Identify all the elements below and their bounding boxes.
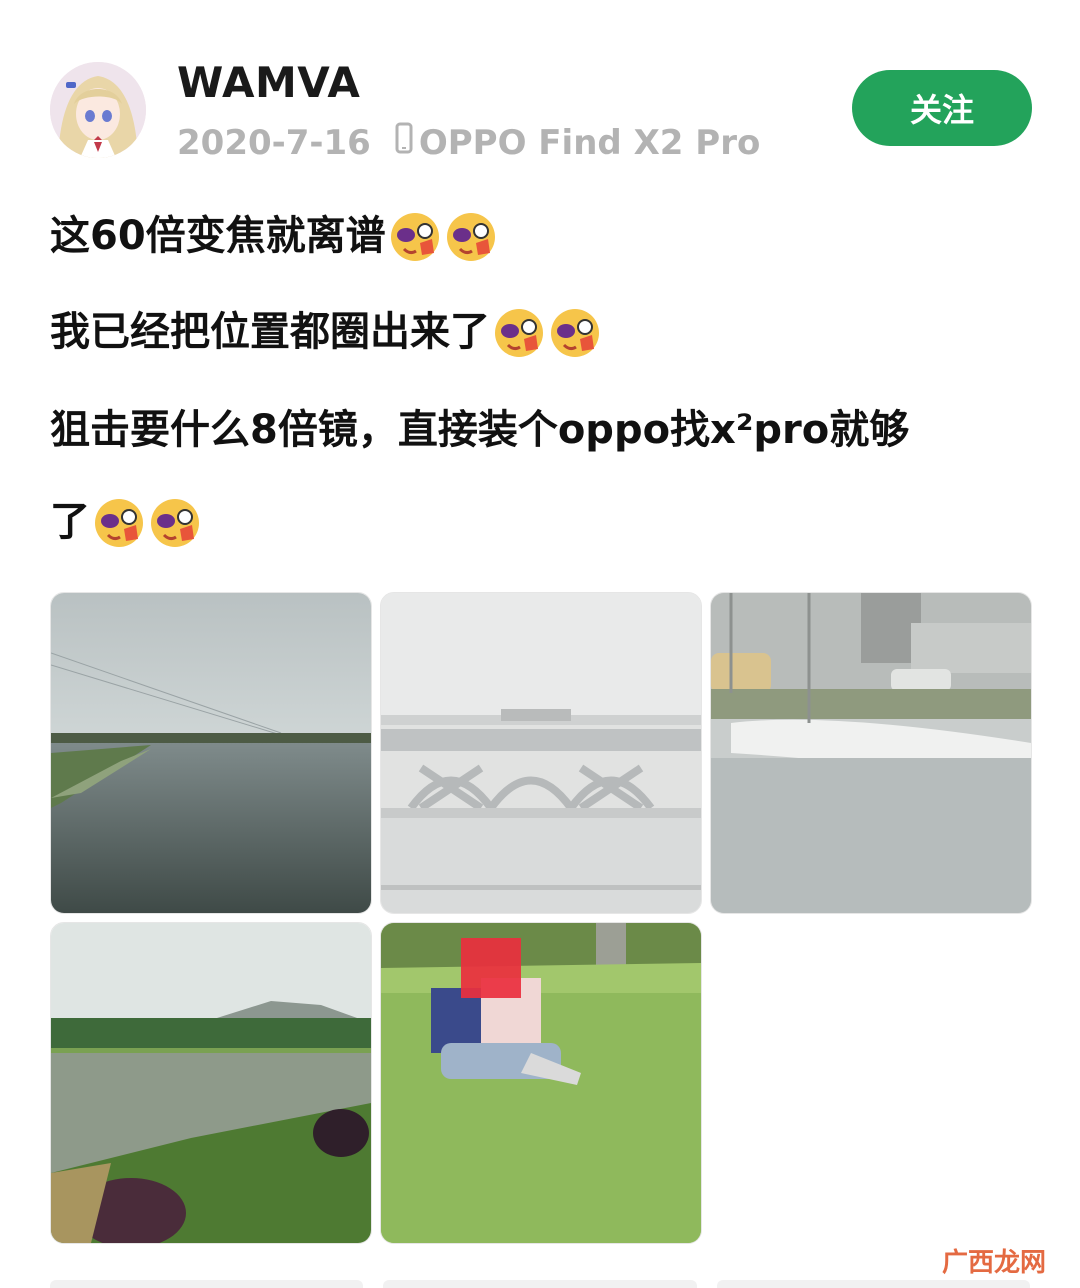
laughing-face-emoji-icon — [551, 309, 599, 357]
follow-button[interactable]: 关注 — [852, 70, 1032, 146]
laughing-face-emoji-icon — [390, 213, 439, 261]
pond-landscape-image — [51, 923, 371, 1243]
post-text-line: 这60倍变焦就离谱 — [50, 213, 386, 259]
next-post-tab — [383, 1280, 697, 1288]
post-text-line: 狙击要什么8倍镜，直接装个oppo找x²pro就够 — [50, 407, 910, 453]
laughing-face-emoji-icon — [495, 309, 543, 357]
couple-on-grass-image — [381, 923, 701, 1243]
photo-thumbnail-couple[interactable] — [380, 922, 702, 1244]
post-text-line: 了 — [50, 499, 90, 545]
laughing-face-emoji-icon — [151, 499, 199, 547]
river-landscape-image — [51, 593, 371, 913]
next-post-preview-strip — [50, 1280, 1030, 1288]
photo-thumbnail-pond[interactable] — [50, 922, 372, 1244]
post-line-2: 我已经把位置都圈出来了 — [50, 304, 1050, 360]
riverside-zoom-image — [711, 593, 1031, 913]
photo-thumbnail-riverside[interactable] — [710, 592, 1032, 914]
phone-icon — [395, 122, 413, 163]
username[interactable]: WAMVA — [177, 58, 360, 107]
next-post-tab — [716, 1280, 1030, 1288]
post-text-line: 我已经把位置都圈出来了 — [50, 309, 490, 355]
post-line-4: 了 — [50, 494, 1050, 550]
anime-avatar-image — [50, 62, 146, 158]
post-date: 2020-7-16 — [177, 122, 371, 163]
laughing-face-emoji-icon — [446, 213, 495, 261]
user-avatar[interactable] — [50, 62, 146, 158]
next-post-tab — [50, 1280, 364, 1288]
laughing-face-emoji-icon — [95, 499, 143, 547]
post-line-3: 狙击要什么8倍镜，直接装个oppo找x²pro就够 — [50, 402, 1050, 458]
device-name: OPPO Find X2 Pro — [418, 122, 761, 163]
photo-thumbnail-bridge[interactable] — [380, 592, 702, 914]
post-meta: 2020-7-16 OPPO Find X2 Pro — [177, 122, 760, 163]
photo-thumbnail-river[interactable] — [50, 592, 372, 914]
distant-bridge-image — [381, 593, 701, 913]
post-line-1: 这60倍变焦就离谱 — [50, 208, 1050, 264]
site-watermark: 广西龙网 — [941, 1248, 1046, 1278]
